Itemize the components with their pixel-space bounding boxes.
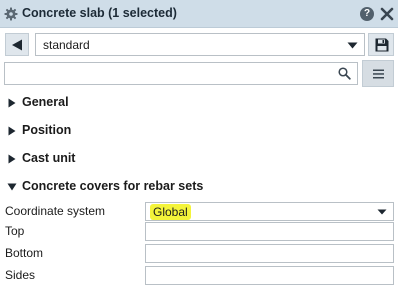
preset-dropdown[interactable]: standard bbox=[35, 33, 365, 56]
coordinate-system-select[interactable]: Global bbox=[145, 202, 394, 221]
bottom-field[interactable] bbox=[145, 244, 394, 263]
top-field[interactable] bbox=[145, 222, 394, 241]
back-arrow-icon bbox=[12, 39, 22, 51]
save-icon bbox=[375, 38, 389, 52]
properties-panel: Concrete slab (1 selected) ? standard Ge… bbox=[0, 0, 398, 288]
section-concrete-covers[interactable]: Concrete covers for rebar sets bbox=[0, 177, 398, 197]
search-input[interactable] bbox=[5, 63, 325, 84]
section-position[interactable]: Position bbox=[0, 121, 398, 141]
close-icon[interactable] bbox=[380, 7, 394, 21]
help-icon[interactable]: ? bbox=[360, 7, 374, 21]
title-bar: Concrete slab (1 selected) ? bbox=[0, 0, 398, 28]
coordinate-system-value: Global bbox=[150, 204, 191, 220]
chevron-down-icon bbox=[377, 209, 387, 215]
section-label: Cast unit bbox=[22, 151, 76, 165]
coordinate-system-label: Coordinate system bbox=[5, 204, 106, 218]
save-button[interactable] bbox=[368, 33, 394, 56]
back-button[interactable] bbox=[5, 33, 29, 56]
preset-value: standard bbox=[43, 38, 90, 52]
section-general[interactable]: General bbox=[0, 93, 398, 113]
section-label: Position bbox=[22, 123, 72, 137]
gear-icon[interactable] bbox=[4, 7, 18, 21]
menu-button[interactable] bbox=[362, 60, 394, 87]
section-cast-unit[interactable]: Cast unit bbox=[0, 149, 398, 169]
chevron-right-icon bbox=[8, 126, 16, 136]
bottom-label: Bottom bbox=[5, 246, 44, 260]
sides-label: Sides bbox=[5, 268, 36, 282]
chevron-right-icon bbox=[8, 98, 16, 108]
menu-icon bbox=[373, 69, 384, 79]
section-label: General bbox=[22, 95, 69, 109]
chevron-down-icon bbox=[347, 42, 358, 49]
section-label: Concrete covers for rebar sets bbox=[22, 179, 204, 193]
chevron-right-icon bbox=[8, 154, 16, 164]
search-icon[interactable] bbox=[338, 67, 351, 80]
sides-field[interactable] bbox=[145, 266, 394, 285]
panel-title: Concrete slab (1 selected) bbox=[22, 6, 177, 20]
chevron-down-icon bbox=[7, 183, 17, 191]
top-label: Top bbox=[5, 224, 25, 238]
search-box bbox=[4, 62, 358, 85]
